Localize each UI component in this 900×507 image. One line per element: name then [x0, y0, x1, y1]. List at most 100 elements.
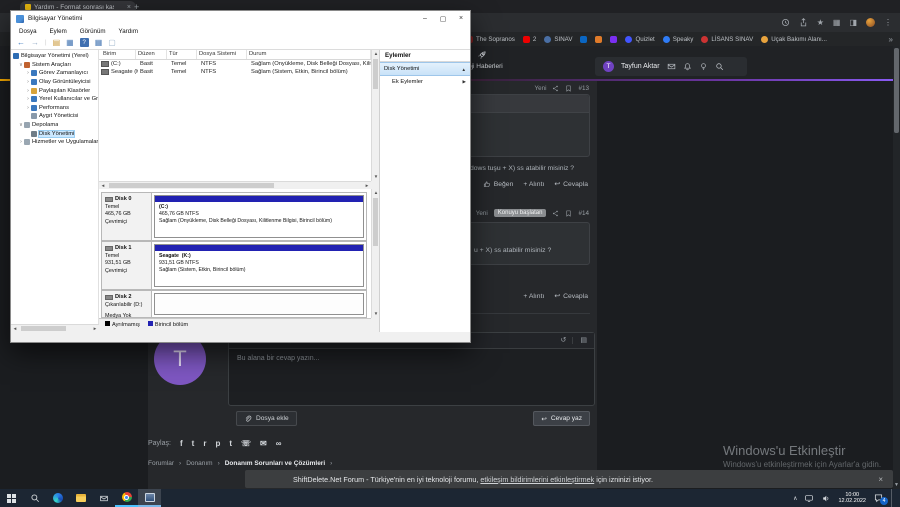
page-scrollbar[interactable]: ▼ [893, 46, 900, 489]
post-number[interactable]: #14 [578, 210, 589, 217]
tree-item-sistem-araclari[interactable]: ∨Sistem Araçları [11, 61, 98, 70]
window-titlebar[interactable]: Bilgisayar Yönetimi – ▢ × [11, 11, 470, 26]
start-button[interactable] [0, 489, 23, 507]
bookmark-post-icon[interactable] [565, 210, 572, 217]
bookmark-item[interactable]: Speaky [663, 36, 694, 43]
reply-button[interactable]: ↩ Cevapla [554, 180, 588, 188]
browser-menu-icon[interactable]: ⋮ [884, 19, 892, 27]
undo-icon[interactable]: ↺ [561, 337, 567, 344]
show-desktop-button[interactable] [891, 489, 895, 507]
post-number[interactable]: #13 [578, 85, 589, 92]
network-display-icon[interactable] [804, 494, 814, 503]
bookmark-item[interactable] [610, 36, 617, 43]
actions-item-ek-eylemler[interactable]: Ek Eylemler ▶ [380, 76, 470, 88]
like-button[interactable]: Beğen [483, 180, 514, 188]
bookmark-item[interactable]: 2 [523, 36, 536, 43]
whatsapp-icon[interactable]: ☏ [241, 439, 251, 448]
bookmark-item[interactable]: SINAV [544, 36, 572, 43]
help-icon[interactable]: ? [80, 38, 89, 47]
window-icon[interactable]: ▢ [108, 39, 116, 47]
action-center-button[interactable]: 4 [873, 493, 884, 503]
user-name[interactable]: Tayfun Aktar [621, 63, 660, 70]
theme-bulb-icon[interactable] [699, 62, 708, 71]
bookmark-item[interactable]: LİSANS SINAV [701, 36, 753, 43]
tumblr-icon[interactable]: t [229, 439, 232, 448]
maximize-button[interactable]: ▢ [434, 11, 452, 26]
col-dosya-sistemi[interactable]: Dosya Sistemi [197, 50, 247, 59]
taskbar-mail-button[interactable] [92, 489, 115, 507]
enable-notifications-link[interactable]: etkileşim bildirimlerini etkinleştirmek [480, 475, 594, 484]
console-window-icon[interactable]: ▦ [66, 39, 74, 47]
tree-hscrollbar[interactable]: ◄ ► [11, 324, 99, 332]
menu-yardim[interactable]: Yardım [119, 28, 138, 35]
link-icon[interactable]: ∞ [276, 439, 282, 448]
share-post-icon[interactable] [552, 210, 559, 217]
history-icon[interactable] [781, 18, 790, 27]
profile-avatar[interactable] [866, 18, 875, 27]
tree-item-disk-yonetimi[interactable]: Disk Yönetimi [11, 129, 98, 138]
tree-item-root[interactable]: Bilgisayar Yönetimi (Yerel) [11, 52, 98, 61]
twitter-icon[interactable]: t [192, 439, 195, 448]
tree-item-paylasilan-klasorler[interactable]: ›Paylaşılan Klasörler [11, 86, 98, 95]
bookmark-star-icon[interactable]: ★ [817, 19, 824, 27]
col-tur[interactable]: Tür [167, 50, 197, 59]
bookmark-item[interactable] [580, 36, 587, 43]
bookmark-post-icon[interactable] [565, 85, 572, 92]
col-birim[interactable]: Birim [99, 50, 136, 59]
hidden-icons-chevron[interactable]: ∧ [793, 495, 797, 502]
reddit-icon[interactable]: r [203, 439, 206, 448]
volume-row-c[interactable]: (C:) Basit Temel NTFS Sağlam (Önyükleme,… [99, 60, 371, 68]
tree-item-yerel-kullanicilar[interactable]: ›Yerel Kullanıcılar ve Gruplar [11, 95, 98, 104]
scrollbar-thumb[interactable] [894, 48, 899, 133]
submenu-arrow-icon[interactable]: ▶ [463, 79, 466, 85]
forward-icon[interactable]: → [31, 39, 39, 47]
bookmark-item[interactable] [595, 36, 602, 43]
reply-submit-button[interactable]: ↩ Cevap yaz [533, 411, 590, 426]
tree-item-performans[interactable]: ›Performans [11, 104, 98, 113]
reply-button[interactable]: ↩ Cevapla [554, 292, 588, 300]
quote-button[interactable]: + Alıntı [523, 181, 544, 188]
tree-item-hizmetler[interactable]: ›Hizmetler ve Uygulamalar [11, 138, 98, 147]
breadcrumb-hardware[interactable]: Donanım [186, 460, 212, 467]
bookmarks-overflow-icon[interactable]: » [889, 35, 900, 44]
taskbar-explorer-button[interactable] [69, 489, 92, 507]
tree-item-depolama[interactable]: ∨Depolama [11, 121, 98, 130]
col-durum[interactable]: Durum [247, 50, 371, 59]
tree-item-olay-goruntuleyicisi[interactable]: ›Olay Görüntüleyicisi [11, 78, 98, 87]
breadcrumb-current[interactable]: Donanım Sorunları ve Çözümleri [225, 460, 325, 467]
disk-view-scrollbar[interactable]: ▲ ▼ [371, 189, 379, 318]
menu-gorunum[interactable]: Görünüm [80, 28, 106, 35]
mail-icon[interactable] [667, 62, 676, 71]
menu-dosya[interactable]: Dosya [19, 28, 37, 35]
taskbar-computer-management-button[interactable] [138, 489, 161, 507]
quote-button[interactable]: + Alıntı [523, 293, 544, 300]
collapse-icon[interactable]: ▲ [462, 67, 466, 72]
bell-icon[interactable] [683, 62, 692, 71]
close-icon[interactable]: × [878, 475, 883, 484]
volume-row-seagate[interactable]: Seagate (K:) Basit Temel NTFS Sağlam (Si… [99, 68, 371, 76]
preview-icon[interactable]: ▤ [572, 337, 587, 344]
disk-0-row[interactable]: Disk 0 Temel 465,76 GB Çevrimiçi (C:) 46… [101, 192, 367, 241]
scroll-down-icon[interactable]: ▼ [893, 482, 900, 488]
bookmark-item[interactable]: The Sopranos [466, 36, 515, 43]
volume-icon[interactable] [821, 494, 831, 503]
col-duzen[interactable]: Düzen [136, 50, 167, 59]
volume-list-scrollbar[interactable]: ▲ ▼ [371, 50, 379, 181]
disk-2-row[interactable]: Disk 2 Çıkarılabilir (D:) Medya Yok [101, 290, 367, 318]
breadcrumb-forums[interactable]: Forumlar [148, 460, 174, 467]
menu-eylem[interactable]: Eylem [50, 28, 67, 35]
export-icon[interactable]: ▤ [53, 39, 61, 47]
taskbar-search-button[interactable] [23, 489, 46, 507]
bookmark-item[interactable]: Uçak Bakımı Alanı... [761, 36, 827, 43]
share-page-icon[interactable] [799, 18, 808, 27]
bookmark-item[interactable]: Quizlet [625, 36, 654, 43]
user-avatar[interactable]: T [603, 61, 614, 72]
search-icon[interactable] [715, 62, 724, 71]
minimize-button[interactable]: – [416, 11, 434, 26]
share-post-icon[interactable] [552, 85, 559, 92]
tree-item-aygit-yoneticisi[interactable]: Aygıt Yöneticisi [11, 112, 98, 121]
volume-list-hscrollbar[interactable]: ◄ ► [99, 181, 371, 189]
disk-0-partition[interactable]: (C:) 465,76 GB NTFS Sağlam (Önyükleme, D… [154, 195, 364, 238]
tree-item-gorev-zamanlayici[interactable]: ›Görev Zamanlayıcı [11, 69, 98, 78]
close-button[interactable]: × [452, 11, 470, 26]
